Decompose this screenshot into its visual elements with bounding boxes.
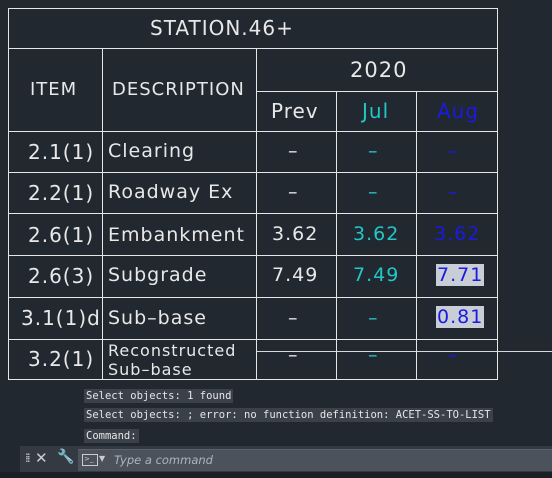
row5-jul: –	[368, 307, 379, 329]
row5-item: 3.1(1)d	[21, 306, 101, 330]
table-line-col-desc	[256, 48, 257, 379]
header-item: ITEM	[30, 79, 78, 100]
row3-prev: 3.62	[272, 223, 319, 245]
row3-jul: 3.62	[353, 223, 400, 245]
stray-line	[256, 351, 552, 352]
row1-prev: –	[288, 140, 299, 162]
table-line-col-prev	[336, 91, 337, 379]
row2-jul: –	[368, 181, 379, 203]
command-history-line-3: Command:	[84, 429, 139, 443]
row1-item: 2.1(1)	[28, 140, 95, 164]
table-line-row1	[8, 172, 498, 173]
row4-description: Subgrade	[108, 264, 208, 286]
dropdown-arrow-icon[interactable]: ▼	[99, 454, 105, 463]
command-history-line-2: Select objects: ; error: no function def…	[84, 408, 493, 422]
table-border-bottom	[8, 379, 498, 380]
command-input[interactable]: >_ ▼ Type a command	[78, 449, 552, 471]
grip-icon[interactable]: ⁞⁞	[25, 451, 30, 465]
row1-aug: –	[448, 140, 459, 162]
row6-item: 3.2(1)	[28, 347, 95, 371]
command-input-placeholder: Type a command	[114, 453, 213, 467]
row4-jul: 7.49	[353, 264, 400, 286]
row5-description: Sub–base	[108, 307, 207, 329]
row6-aug: –	[448, 344, 459, 366]
table-line-row4	[8, 297, 498, 298]
row6-description-line2: Sub–base	[108, 360, 193, 379]
table-border-right	[497, 8, 498, 379]
table-line-col-jul	[416, 91, 417, 379]
row5-aug-selected[interactable]: 0.81	[436, 306, 485, 328]
row3-description: Embankment	[108, 224, 245, 246]
header-aug: Aug	[437, 99, 480, 123]
table-line-header-bottom	[8, 131, 498, 132]
row3-aug: 3.62	[434, 223, 481, 245]
row5-prev: –	[288, 307, 299, 329]
command-prompt-icon[interactable]: >_	[82, 454, 98, 466]
row2-prev: –	[288, 181, 299, 203]
table-border-top	[8, 8, 498, 9]
table-border-left	[8, 8, 9, 379]
row6-prev: –	[288, 344, 299, 366]
command-history-line-1: Select objects: 1 found	[84, 389, 234, 403]
table-line-row2	[8, 213, 498, 214]
row4-aug-selected[interactable]: 7.71	[436, 264, 485, 286]
row4-prev: 7.49	[272, 264, 319, 286]
row2-item: 2.2(1)	[28, 181, 95, 205]
row6-jul: –	[368, 344, 379, 366]
row4-item: 2.6(3)	[28, 264, 95, 288]
table-title: STATION.46+	[150, 16, 294, 40]
table-line-col-item	[102, 48, 103, 379]
header-year: 2020	[350, 58, 408, 82]
row2-description: Roadway Ex	[108, 181, 234, 203]
table-line-year-bottom	[256, 91, 498, 92]
row3-item: 2.6(1)	[28, 223, 95, 247]
table-line-row3	[8, 255, 498, 256]
row2-aug: –	[448, 181, 459, 203]
table-line-title-bottom	[8, 48, 498, 49]
close-icon[interactable]: ✕	[35, 449, 48, 467]
row1-jul: –	[368, 140, 379, 162]
table-line-row5	[8, 339, 498, 340]
header-jul: Jul	[362, 99, 390, 123]
header-description: DESCRIPTION	[112, 79, 245, 100]
status-bar	[0, 472, 552, 478]
customize-wrench-icon[interactable]: 🔧	[57, 449, 74, 465]
row6-description-line1: Reconstructed	[108, 341, 237, 360]
header-prev: Prev	[271, 99, 319, 123]
row1-description: Clearing	[108, 140, 196, 162]
